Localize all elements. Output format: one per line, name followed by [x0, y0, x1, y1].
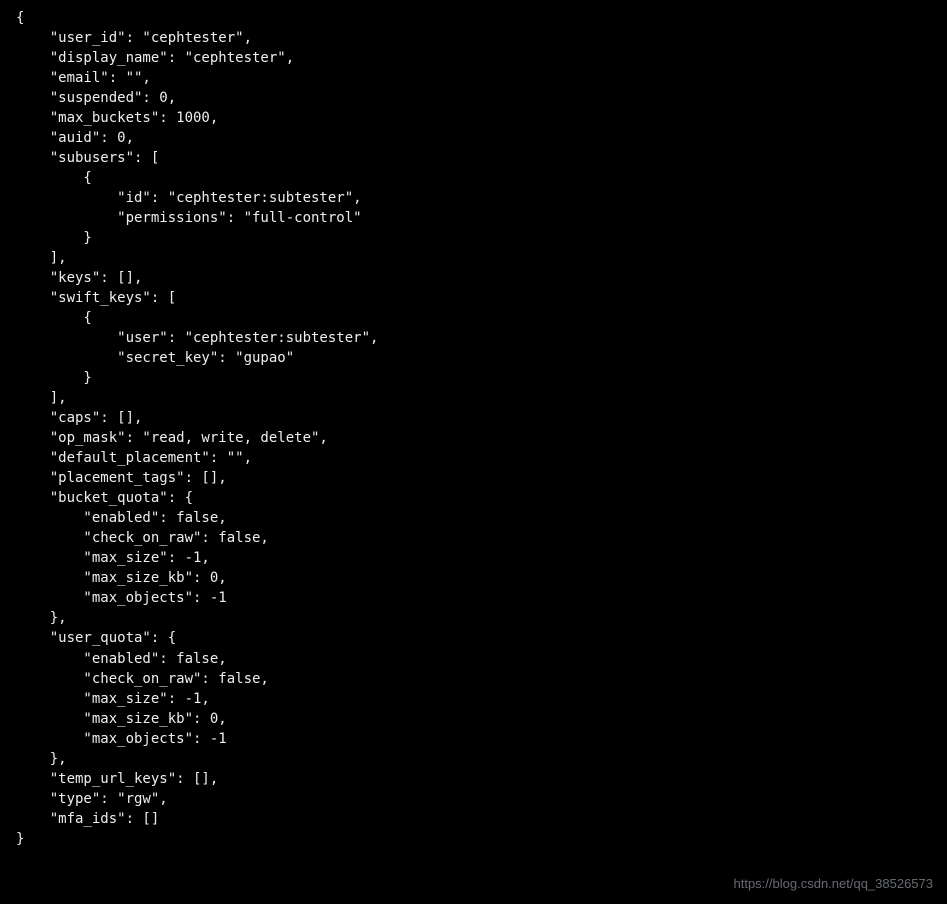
terminal-output: { "user_id": "cephtester", "display_name… [0, 0, 947, 904]
json-output: { "user_id": "cephtester", "display_name… [0, 0, 947, 857]
watermark-text: https://blog.csdn.net/qq_38526573 [734, 875, 934, 894]
